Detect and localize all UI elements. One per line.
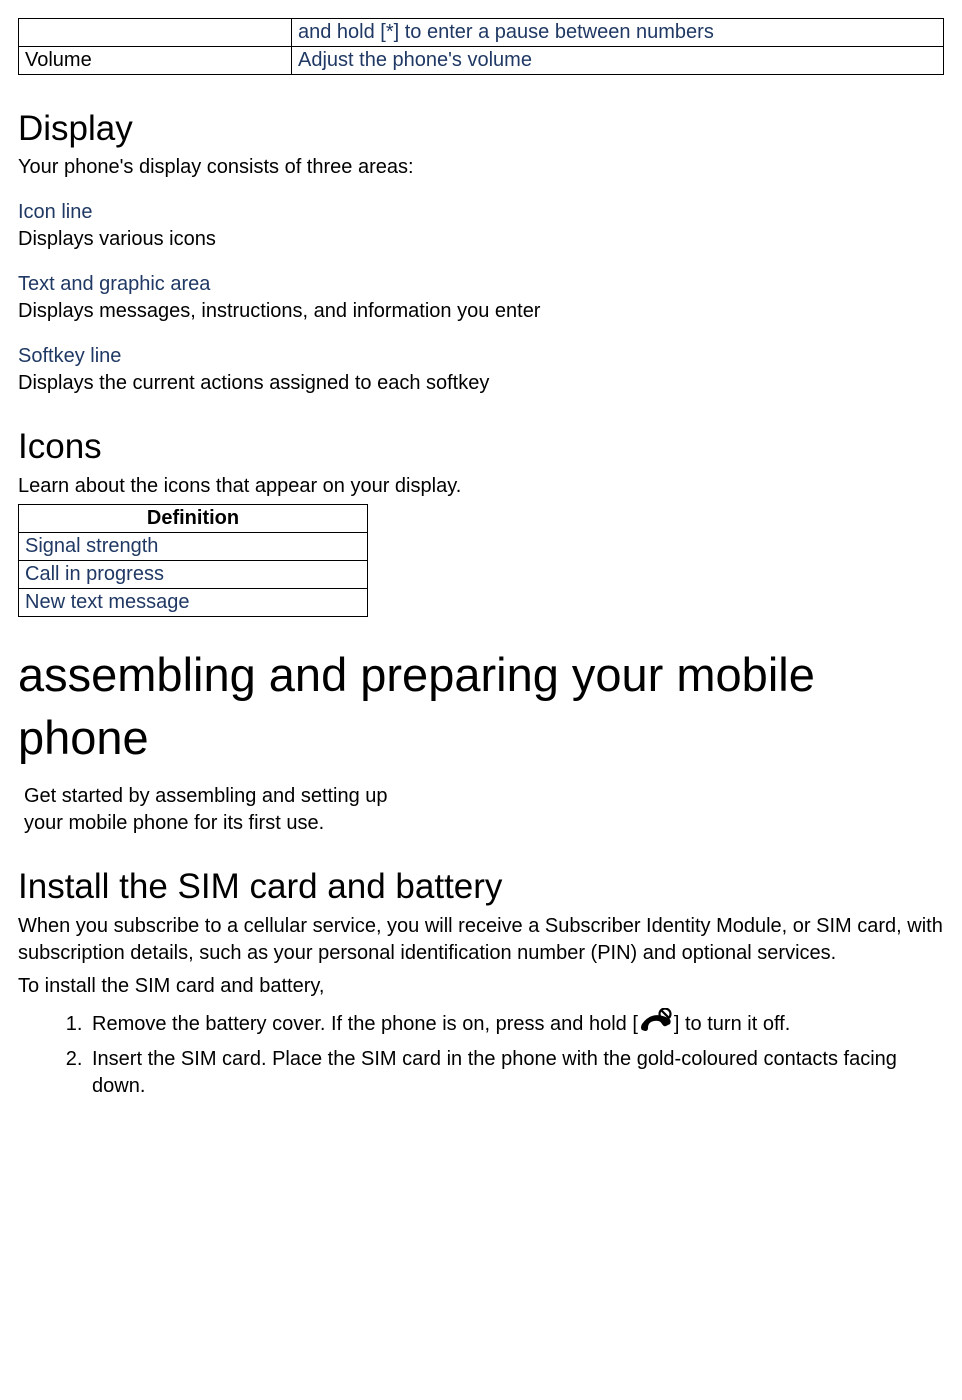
text-area-body: Displays messages, instructions, and inf… xyxy=(18,298,944,325)
table-cell: and hold [*] to enter a pause between nu… xyxy=(292,19,944,47)
table-cell xyxy=(19,19,292,47)
icon-line-body: Displays various icons xyxy=(18,226,944,253)
definition-table: Definition Signal strength Call in progr… xyxy=(18,504,368,617)
icons-intro: Learn about the icons that appear on you… xyxy=(18,473,944,500)
table-cell: Volume xyxy=(19,47,292,75)
icon-line-title: Icon line xyxy=(18,199,944,226)
assembling-heading: assembling and preparing your mobile pho… xyxy=(18,643,944,770)
list-item: Remove the battery cover. If the phone i… xyxy=(88,1008,944,1044)
step1-text-b: ] to turn it off. xyxy=(674,1013,790,1035)
top-parameters-table: and hold [*] to enter a pause between nu… xyxy=(18,18,944,75)
assembling-intro-line2: your mobile phone for its first use. xyxy=(24,812,324,834)
table-cell: Adjust the phone's volume xyxy=(292,47,944,75)
table-row: Definition xyxy=(19,504,368,532)
table-row: and hold [*] to enter a pause between nu… xyxy=(19,19,944,47)
table-row: Call in progress xyxy=(19,560,368,588)
display-intro: Your phone's display consists of three a… xyxy=(18,154,944,181)
table-row: New text message xyxy=(19,588,368,616)
definition-header: Definition xyxy=(19,504,368,532)
display-heading: Display xyxy=(18,105,944,152)
table-cell: Call in progress xyxy=(19,560,368,588)
softkey-body: Displays the current actions assigned to… xyxy=(18,370,944,397)
step1-text-a: Remove the battery cover. If the phone i… xyxy=(92,1013,638,1035)
text-area-title: Text and graphic area xyxy=(18,271,944,298)
install-steps: Remove the battery cover. If the phone i… xyxy=(18,1008,944,1100)
end-call-icon xyxy=(638,1008,674,1044)
table-row: Signal strength xyxy=(19,532,368,560)
assembling-intro: Get started by assembling and setting up… xyxy=(24,783,444,837)
assembling-intro-line1: Get started by assembling and setting up xyxy=(24,785,388,807)
table-cell: New text message xyxy=(19,588,368,616)
list-item: Insert the SIM card. Place the SIM card … xyxy=(88,1046,944,1100)
install-p2: To install the SIM card and battery, xyxy=(18,973,944,1000)
table-cell: Signal strength xyxy=(19,532,368,560)
icons-heading: Icons xyxy=(18,423,944,470)
table-row: Volume Adjust the phone's volume xyxy=(19,47,944,75)
install-p1: When you subscribe to a cellular service… xyxy=(18,913,944,967)
softkey-title: Softkey line xyxy=(18,343,944,370)
install-heading: Install the SIM card and battery xyxy=(18,863,944,910)
